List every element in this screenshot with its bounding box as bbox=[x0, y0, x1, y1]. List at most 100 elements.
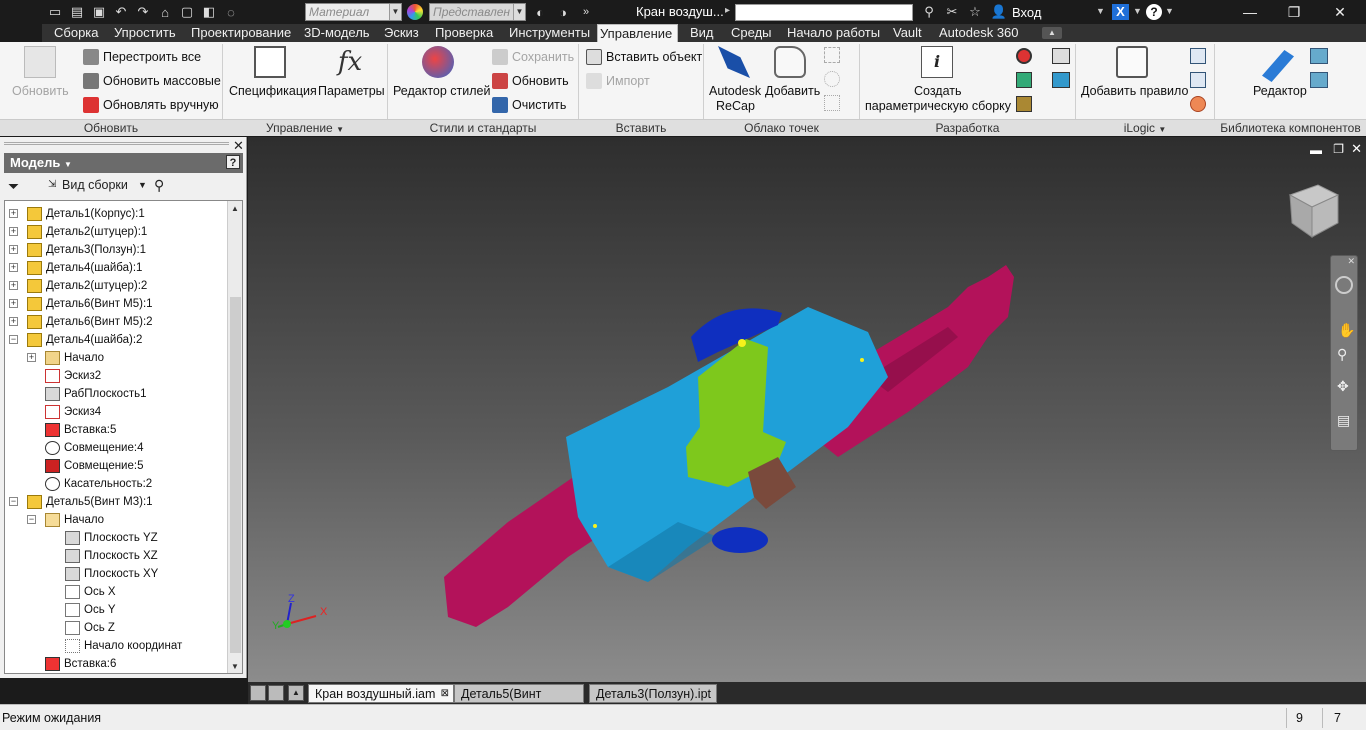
point-cloud-tool-icon[interactable] bbox=[824, 95, 840, 111]
filter-icon[interactable]: ⏷ bbox=[8, 178, 19, 195]
tab-tools[interactable]: Инструменты bbox=[507, 24, 592, 42]
panel-title-point-cloud[interactable]: Облако точек bbox=[704, 120, 859, 136]
tab-autodesk-360[interactable]: Autodesk 360 bbox=[937, 24, 1021, 42]
expand-icon[interactable]: + bbox=[9, 263, 18, 272]
favorites-icon[interactable]: ☆ bbox=[964, 2, 986, 22]
recap-button-line1[interactable]: Autodesk bbox=[709, 84, 761, 98]
panel-title-insert[interactable]: Вставить bbox=[579, 120, 703, 136]
insert-object-button[interactable]: Вставить объект bbox=[586, 49, 702, 65]
appearance-combo[interactable]: Представлен ▼ bbox=[429, 3, 526, 21]
styles-purge-button[interactable]: Очистить bbox=[492, 97, 566, 113]
color-wheel-icon[interactable] bbox=[407, 4, 423, 20]
recap-button-line2[interactable]: ReCap bbox=[716, 99, 755, 113]
develop-tool-icon[interactable] bbox=[1052, 72, 1070, 88]
attach-point-cloud-button[interactable]: Добавить bbox=[765, 84, 820, 98]
create-factory-line1[interactable]: Создать bbox=[914, 84, 962, 98]
ilogic-tool-icon[interactable] bbox=[1190, 96, 1206, 112]
redo-icon[interactable]: ↷ bbox=[132, 2, 154, 22]
browser-header[interactable]: Модель ▼ ? bbox=[4, 153, 243, 173]
point-cloud-tool-icon[interactable] bbox=[824, 47, 840, 63]
develop-tool-icon[interactable] bbox=[1016, 72, 1032, 88]
tab-environments[interactable]: Среды bbox=[729, 24, 774, 42]
tab-view[interactable]: Вид bbox=[688, 24, 716, 42]
chevron-down-icon[interactable]: ▼ bbox=[138, 180, 147, 190]
library-tool-icon[interactable] bbox=[1310, 48, 1328, 64]
panel-title-styles[interactable]: Стили и стандарты bbox=[388, 120, 578, 136]
sign-in-label[interactable]: Вход bbox=[1012, 5, 1041, 20]
tab-design[interactable]: Проектирование bbox=[189, 24, 293, 42]
binoculars-icon[interactable]: ⚲ bbox=[154, 177, 164, 194]
close-icon[interactable]: ✕ bbox=[233, 138, 244, 154]
projects-icon[interactable]: ▢ bbox=[176, 2, 198, 22]
tile-windows-icon[interactable] bbox=[250, 685, 266, 701]
doc-tab-assembly[interactable]: Кран воздушный.iam ⊠ bbox=[308, 684, 454, 703]
model-3d-view[interactable]: X Z Y bbox=[248, 137, 1366, 682]
binoculars-icon[interactable]: ⚲ bbox=[918, 2, 940, 22]
expand-arrow-icon[interactable]: ▸ bbox=[725, 5, 730, 16]
grip-bar[interactable] bbox=[4, 142, 229, 145]
search-input[interactable] bbox=[735, 4, 913, 21]
expand-icon[interactable]: + bbox=[9, 317, 18, 326]
style-editor-button[interactable]: Редактор стилей bbox=[393, 84, 490, 98]
cascade-windows-icon[interactable] bbox=[268, 685, 284, 701]
clear-appearance-icon[interactable]: ◑ bbox=[552, 2, 574, 22]
tab-assembly[interactable]: Сборка bbox=[52, 24, 101, 42]
material-combo[interactable]: Материал ▼ bbox=[305, 3, 402, 21]
collapse-icon[interactable]: − bbox=[9, 335, 18, 344]
undo-icon[interactable]: ↶ bbox=[110, 2, 132, 22]
import-button[interactable]: Импорт bbox=[586, 73, 650, 89]
parameters-button[interactable]: Параметры bbox=[318, 84, 385, 98]
exchange-apps-icon[interactable]: X bbox=[1112, 4, 1129, 20]
tab-manage[interactable]: Управление bbox=[597, 24, 678, 42]
update-mass-button[interactable]: Обновить массовые bbox=[83, 73, 221, 89]
scrollbar-thumb[interactable] bbox=[230, 297, 241, 653]
expand-icon[interactable]: + bbox=[9, 281, 18, 290]
styles-update-button[interactable]: Обновить bbox=[492, 73, 569, 89]
develop-tool-icon[interactable] bbox=[1016, 96, 1032, 112]
tab-menu-icon[interactable]: ▲ bbox=[288, 685, 304, 701]
help-icon[interactable]: ? bbox=[1146, 4, 1162, 20]
part-shape-cap2[interactable] bbox=[712, 527, 768, 553]
close-icon[interactable]: ⊠ bbox=[441, 685, 449, 703]
tab-inspect[interactable]: Проверка bbox=[433, 24, 495, 42]
view-mode-label[interactable]: Вид сборки bbox=[62, 178, 128, 192]
panel-title-update[interactable]: Обновить bbox=[0, 120, 222, 136]
doc-tab-part3[interactable]: Деталь3(Ползун).ipt bbox=[589, 684, 717, 703]
open-file-icon[interactable]: ▤ bbox=[66, 2, 88, 22]
expand-icon[interactable]: + bbox=[9, 299, 18, 308]
user-icon[interactable]: 👤 bbox=[988, 2, 1010, 22]
tree-scrollbar[interactable]: ▲ ▼ bbox=[227, 201, 242, 673]
measure-icon[interactable]: ◌ bbox=[220, 2, 242, 22]
ilogic-tool-icon[interactable] bbox=[1190, 72, 1206, 88]
close-icon[interactable]: ✕ bbox=[1318, 2, 1362, 22]
update-button[interactable]: Обновить bbox=[12, 84, 69, 98]
ribbon-toggle-icon[interactable]: ▲ bbox=[1042, 27, 1062, 39]
styles-save-button[interactable]: Сохранить bbox=[492, 49, 574, 65]
panel-title-library[interactable]: Библиотека компонентов bbox=[1215, 120, 1366, 136]
help-icon[interactable]: ? bbox=[226, 155, 240, 169]
library-editor-button[interactable]: Редактор bbox=[1253, 84, 1307, 98]
chevron-down-icon[interactable]: ▼ bbox=[1165, 6, 1174, 16]
doc-tab-part5[interactable]: Деталь5(Винт М3).ipt bbox=[454, 684, 584, 719]
tab-3d-model[interactable]: 3D-модель bbox=[302, 24, 372, 42]
chevron-down-icon[interactable]: ▼ bbox=[1096, 6, 1105, 16]
panel-title-ilogic[interactable]: iLogic ▼ bbox=[1076, 120, 1214, 136]
scroll-up-icon[interactable]: ▲ bbox=[231, 204, 239, 213]
graphics-viewport[interactable]: ▬ ❐ ✕ ✕ ✋ ⚲ ✥ ▤ X Z Y bbox=[248, 137, 1366, 682]
more-icon[interactable]: » bbox=[575, 2, 597, 22]
collapse-icon[interactable]: − bbox=[27, 515, 36, 524]
develop-tool-icon[interactable] bbox=[1052, 48, 1070, 64]
scroll-down-icon[interactable]: ▼ bbox=[231, 662, 239, 671]
home-icon[interactable]: ⌂ bbox=[154, 2, 176, 22]
update-manual-button[interactable]: Обновлять вручную bbox=[83, 97, 219, 113]
tab-sketch[interactable]: Эскиз bbox=[382, 24, 421, 42]
point-cloud-tool-icon[interactable] bbox=[824, 71, 840, 87]
tab-vault[interactable]: Vault bbox=[891, 24, 924, 42]
add-rule-button[interactable]: Добавить правило bbox=[1081, 84, 1188, 98]
new-file-icon[interactable]: ▭ bbox=[44, 2, 66, 22]
tab-get-started[interactable]: Начало работы bbox=[785, 24, 882, 42]
create-factory-line2[interactable]: параметрическую сборку bbox=[865, 99, 1011, 113]
select-icon[interactable]: ◧ bbox=[198, 2, 220, 22]
expand-icon[interactable]: + bbox=[9, 245, 18, 254]
panel-title-develop[interactable]: Разработка bbox=[860, 120, 1075, 136]
